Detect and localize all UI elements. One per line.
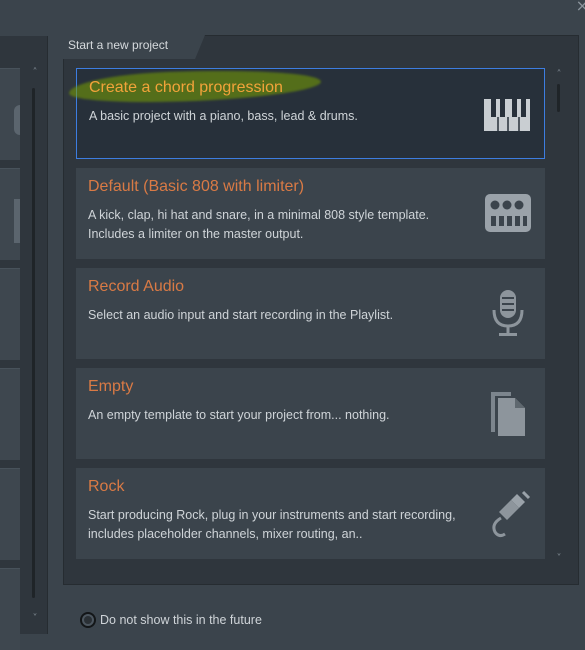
dont-show-label[interactable]: Do not show this in the future: [100, 613, 262, 627]
template-description: Start producing Rock, plug in your instr…: [88, 508, 456, 541]
template-description: A basic project with a piano, bass, lead…: [89, 109, 358, 123]
panel-title: Start a new project: [68, 38, 169, 52]
template-title: Record Audio: [88, 278, 185, 295]
template-title: Create a chord progression: [89, 79, 283, 96]
left-scrollbar[interactable]: ˄ ˅: [30, 66, 40, 626]
piano-icon: [484, 99, 530, 131]
left-card[interactable]: [0, 468, 20, 560]
left-card[interactable]: [0, 568, 20, 650]
template-scroll-thumb[interactable]: [557, 84, 560, 112]
template-description: A kick, clap, hi hat and snare, in a min…: [88, 208, 430, 241]
template-card-record-audio[interactable]: Record Audio Select an audio input and s…: [76, 268, 545, 359]
document-icon: [491, 392, 525, 436]
template-title: Empty: [88, 378, 134, 395]
template-scrollbar[interactable]: ˄ ˅: [552, 68, 566, 568]
panel-tab: Start a new project: [63, 35, 205, 59]
template-title: Rock: [88, 478, 125, 495]
scroll-down-icon[interactable]: ˅: [554, 554, 564, 564]
left-card[interactable]: [0, 168, 20, 260]
template-card-empty[interactable]: Empty An empty template to start your pr…: [76, 368, 545, 459]
left-panel: ˄ ˅: [0, 36, 48, 650]
template-card-chord-progression[interactable]: Create a chord progression A basic proje…: [68, 66, 545, 159]
microphone-icon: [492, 290, 524, 336]
scroll-down-icon[interactable]: ˅: [30, 614, 40, 624]
left-card[interactable]: [0, 368, 20, 460]
template-card-default-808[interactable]: Default (Basic 808 with limiter) A kick,…: [76, 168, 545, 259]
left-card-nub: [14, 105, 20, 135]
scroll-up-icon[interactable]: ˄: [30, 68, 40, 78]
left-card[interactable]: [0, 268, 20, 360]
drum-machine-icon: [485, 194, 531, 232]
template-description: Select an audio input and start recordin…: [88, 308, 394, 322]
left-scroll-thumb[interactable]: [32, 88, 35, 598]
scroll-up-icon[interactable]: ˄: [554, 70, 564, 80]
dialog-root: × ˄ ˅ Start a new project Create a chord…: [0, 0, 585, 650]
template-description: An empty template to start your project …: [88, 408, 390, 422]
left-card[interactable]: [0, 68, 20, 160]
close-icon[interactable]: ×: [576, 0, 585, 14]
dont-show-radio[interactable]: [80, 612, 96, 628]
template-card-rock[interactable]: Rock Start producing Rock, plug in your …: [76, 468, 545, 559]
left-card-nub: [14, 199, 20, 243]
template-title: Default (Basic 808 with limiter): [88, 178, 305, 195]
guitar-jack-icon: [492, 490, 531, 538]
